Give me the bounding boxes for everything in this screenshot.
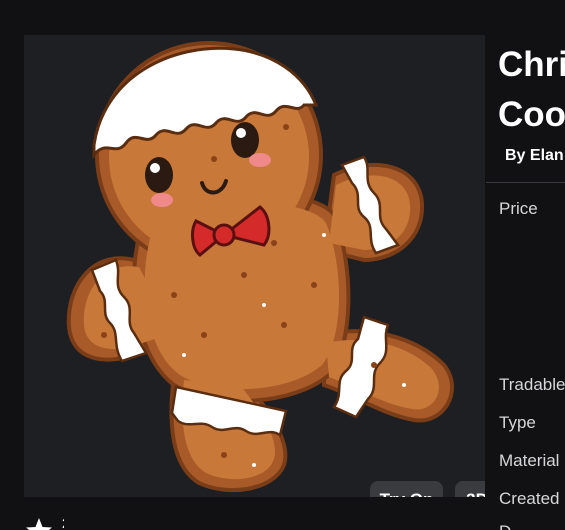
type-label: Type <box>499 413 536 432</box>
item-title-line-1: Chri <box>498 45 565 84</box>
created-label: Created <box>499 489 560 508</box>
material-label: Material <box>499 451 560 470</box>
try-on-button[interactable]: Try On <box>370 481 443 497</box>
item-page: Try On 3D Chri Coo By Elan Price Tradabl… <box>0 0 565 530</box>
divider <box>486 182 565 183</box>
item-title-line-2: Coo <box>498 95 565 134</box>
item-preview: Try On 3D <box>24 35 485 497</box>
view-3d-button[interactable]: 3D <box>455 481 485 497</box>
price-label: Price <box>499 199 538 218</box>
tradable-label: Tradable <box>499 375 565 394</box>
favorite-count: 2 <box>62 516 64 530</box>
cut-off-label: D <box>499 522 511 530</box>
gingerbread-cookie-image <box>66 41 455 493</box>
favorite-button[interactable]: 2 <box>24 516 64 530</box>
creator-link[interactable]: By Elan <box>505 147 564 165</box>
star-icon <box>26 518 52 530</box>
